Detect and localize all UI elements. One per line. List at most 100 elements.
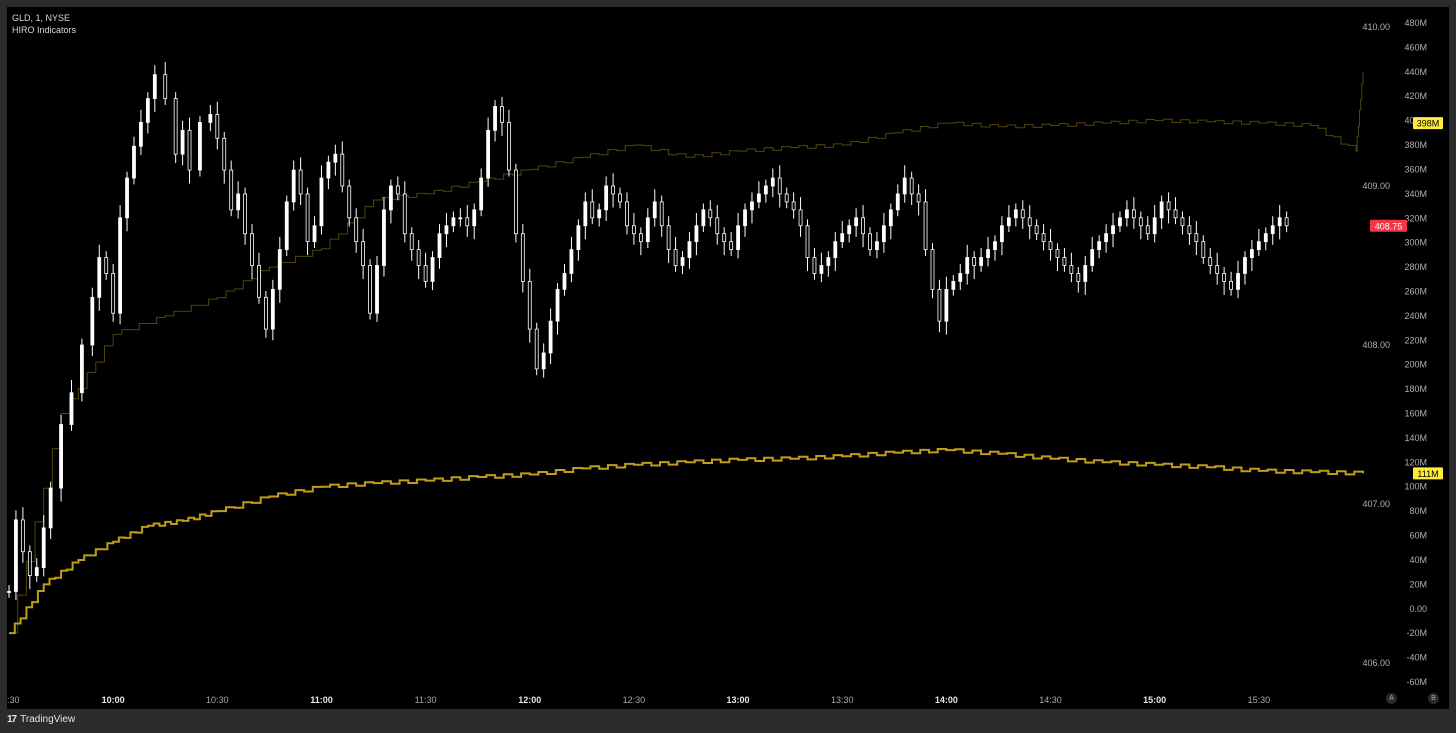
candle-body (1243, 257, 1247, 274)
candle-body (1090, 249, 1095, 266)
candle-body (888, 209, 893, 227)
candle-body (777, 177, 782, 195)
candle-body (361, 241, 366, 266)
chart-legend: GLD, 1, NYSE HIRO Indicators (12, 12, 76, 36)
candle-body (187, 129, 192, 171)
candle-body (1069, 265, 1074, 274)
scale-b-button[interactable]: B (1428, 693, 1439, 704)
time-tick-label: 14:00 (935, 695, 958, 705)
candle-body (520, 233, 525, 282)
candle-body (139, 122, 143, 147)
chart-frame[interactable]: 410.00 409.00 408.00 407.00 406.00 480M 460M 44… (7, 7, 1449, 709)
candle-body (222, 137, 227, 171)
candle-body (500, 106, 504, 123)
candle-body (1062, 257, 1067, 266)
hiro-tick-label: 380M (1404, 140, 1427, 150)
candle-body (923, 201, 928, 250)
candle-body (493, 106, 497, 131)
candle-body (198, 122, 202, 171)
candle-body (20, 519, 25, 553)
candle-body (854, 217, 859, 227)
candle-body (937, 288, 942, 322)
candle-body (1118, 217, 1122, 227)
hiro-tick-label: 140M (1404, 433, 1427, 443)
candle-body (486, 129, 491, 179)
candle-body (597, 209, 602, 219)
candle-body (291, 169, 296, 203)
candle-body (534, 328, 539, 370)
candle-body (770, 177, 775, 187)
candle-body (208, 114, 213, 123)
hiro-tick-label: 120M (1404, 457, 1427, 467)
candle-body (284, 201, 289, 250)
candle-body (270, 288, 275, 330)
hiro-tick-label: 260M (1404, 286, 1427, 296)
candle-body (1131, 209, 1136, 219)
candle-body (264, 296, 268, 330)
candle-body (1020, 209, 1025, 219)
candle-body (763, 185, 768, 195)
candle-body (736, 225, 740, 251)
candle-body (368, 265, 372, 314)
candle-body (388, 185, 393, 211)
candle-body (48, 487, 53, 529)
candle-body (513, 169, 518, 235)
candle-body (1215, 265, 1220, 274)
hiro-tick-label: -60M (1406, 677, 1427, 687)
time-tick-label: 12:30 (623, 695, 646, 705)
candle-body (326, 161, 331, 179)
candle-body (104, 257, 109, 274)
candle-body (1055, 249, 1060, 258)
candle-body (1104, 233, 1108, 243)
candle-body (618, 193, 622, 203)
candle-body (965, 257, 970, 274)
candle-body (541, 352, 546, 370)
hiro-badge_lower-label: 111M (1417, 469, 1438, 479)
candle-body (798, 209, 803, 227)
hiro-tick-label: 200M (1404, 360, 1427, 370)
candle-body (1076, 273, 1081, 282)
price-tick-label: 407.00 (1362, 499, 1390, 509)
candle-body (444, 225, 449, 235)
price-tick-label: 406.00 (1362, 658, 1390, 668)
candle-body (902, 177, 907, 195)
candle-body (458, 217, 463, 220)
candle-body (722, 233, 727, 243)
candle-body (1048, 241, 1053, 250)
candle-body (298, 169, 303, 195)
candle-body (784, 193, 789, 203)
candle-body (472, 209, 477, 227)
candle-body (979, 257, 984, 266)
candle-body (375, 265, 379, 314)
candle-body (1000, 225, 1004, 243)
candle-body (111, 273, 116, 314)
candle-body (333, 153, 338, 163)
candle-body (743, 209, 747, 227)
candle-body (652, 201, 657, 219)
time-tick-label: 11:00 (310, 695, 333, 705)
candle-body (604, 185, 609, 211)
hiro-tick-label: 100M (1404, 482, 1427, 492)
candle-body (680, 257, 685, 266)
candle-body (1194, 233, 1199, 243)
candle-body (80, 344, 84, 394)
candle-body (1277, 217, 1282, 227)
time-tick-label: 13:30 (831, 695, 854, 705)
candle-body (118, 217, 122, 314)
hiro_step_lower-line (9, 448, 1364, 635)
candle-body (257, 265, 261, 298)
candle-body (229, 169, 234, 211)
candle-body (180, 129, 185, 155)
candle-body (430, 257, 435, 282)
candle-body (1125, 209, 1129, 219)
candle-body (847, 225, 852, 235)
tradingview-brand[interactable]: 17 TradingView (7, 714, 75, 725)
candle-body (590, 201, 595, 219)
candle-body (555, 288, 560, 322)
auto-scale-button[interactable]: A (1386, 693, 1397, 704)
candle-body (34, 567, 39, 576)
hiro-tick-label: 0.00 (1409, 604, 1427, 614)
chart-canvas[interactable]: 410.00 409.00 408.00 407.00 406.00 480M 460M 44… (7, 7, 1449, 709)
hiro-tick-label: 220M (1404, 335, 1427, 345)
hiro-tick-label: 40M (1409, 555, 1427, 565)
